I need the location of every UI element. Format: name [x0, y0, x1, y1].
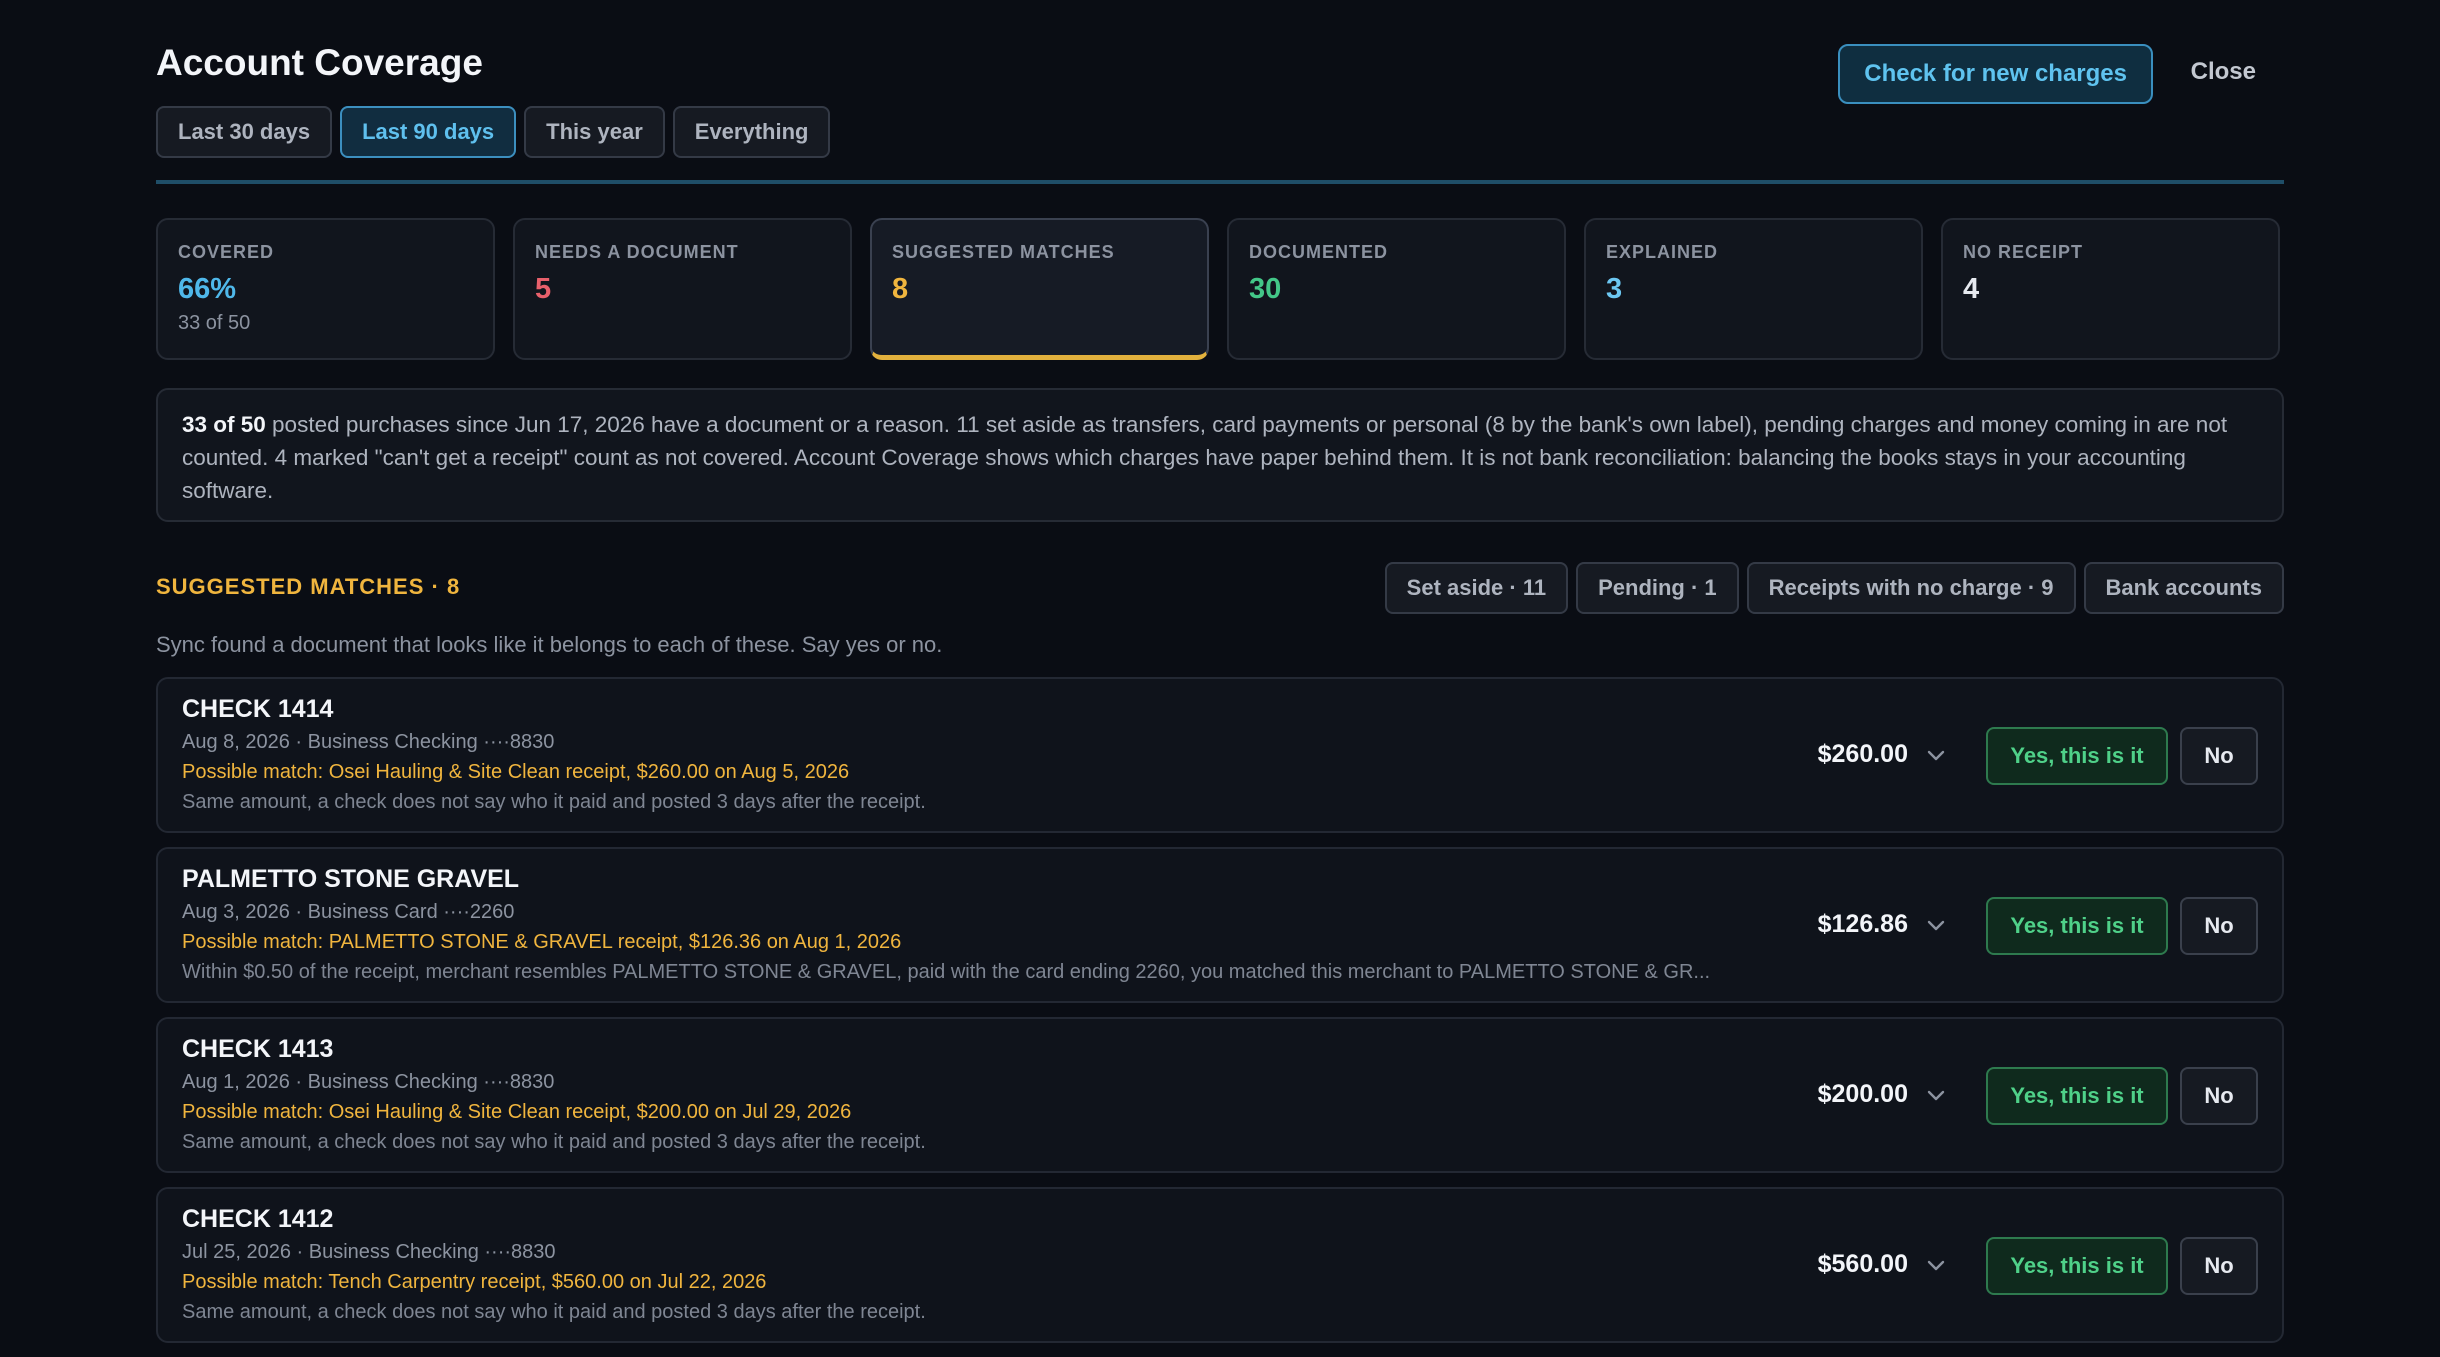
reject-match-button[interactable]: No [2180, 1237, 2258, 1295]
pending-button[interactable]: Pending · 1 [1576, 562, 1739, 614]
charge-name: CHECK 1412 [182, 1205, 334, 1233]
charge-amount: $560.00 [1817, 1250, 1908, 1278]
stat-card-covered[interactable]: COVERED 66% 33 of 50 [156, 218, 495, 360]
stat-label: COVERED [178, 242, 275, 262]
section-filter-buttons: Set aside · 11 Pending · 1 Receipts with… [1384, 562, 2284, 614]
charge-meta: Aug 1, 2026 · Business Checking ····8830 [182, 1071, 555, 1093]
charge-name: CHECK 1413 [182, 1035, 334, 1063]
confirm-match-button[interactable]: Yes, this is it [1986, 727, 2168, 785]
stat-value: 30 [1249, 273, 1282, 305]
stats-row: COVERED 66% 33 of 50 NEEDS A DOCUMENT 5 … [156, 218, 2280, 360]
charge-meta: Jul 25, 2026 · Business Checking ····883… [182, 1241, 556, 1263]
stat-label: NEEDS A DOCUMENT [535, 242, 739, 262]
charge-amount: $200.00 [1817, 1080, 1908, 1108]
check-new-charges-button[interactable]: Check for new charges [1838, 44, 2153, 104]
account-coverage-panel: Account Coverage Last 30 days Last 90 da… [156, 0, 2284, 1343]
stat-card-needs-document[interactable]: NEEDS A DOCUMENT 5 [513, 218, 852, 360]
coverage-notice: 33 of 50 posted purchases since Jun 17, … [156, 388, 2284, 522]
stat-value: 4 [1963, 273, 1980, 305]
stat-card-no-receipt[interactable]: NO RECEIPT 4 [1941, 218, 2280, 360]
set-aside-button[interactable]: Set aside · 11 [1384, 562, 1569, 614]
confirm-match-button[interactable]: Yes, this is it [1986, 1067, 2168, 1125]
chevron-down-icon[interactable] [1924, 913, 1948, 937]
stat-card-explained[interactable]: EXPLAINED 3 [1584, 218, 1923, 360]
stat-value: 66% [178, 273, 237, 305]
stat-label: SUGGESTED MATCHES [892, 242, 1115, 262]
tab-last-90-days[interactable]: Last 90 days [340, 106, 517, 158]
stat-value: 3 [1606, 273, 1623, 305]
stat-card-suggested-matches[interactable]: SUGGESTED MATCHES 8 [870, 218, 1209, 360]
chevron-down-icon[interactable] [1924, 1083, 1948, 1107]
section-title: SUGGESTED MATCHES · 8 [156, 574, 461, 599]
stat-value: 5 [535, 273, 552, 305]
close-button[interactable]: Close [2191, 44, 2256, 100]
bank-accounts-button[interactable]: Bank accounts [2083, 562, 2284, 614]
range-tabs: Last 30 days Last 90 days This year Ever… [156, 106, 831, 158]
charge-name: CHECK 1414 [182, 695, 334, 723]
match-list: CHECK 1414 Aug 8, 2026 · Business Checki… [156, 677, 2284, 1357]
match-reason: Same amount, a check does not say who it… [182, 791, 926, 813]
section-description: Sync found a document that looks like it… [156, 632, 943, 657]
charge-meta: Aug 8, 2026 · Business Checking ····8830 [182, 731, 555, 753]
charge-amount: $260.00 [1817, 740, 1908, 768]
tab-everything[interactable]: Everything [672, 106, 831, 158]
possible-match: Possible match: Osei Hauling & Site Clea… [182, 761, 850, 783]
stat-label: EXPLAINED [1606, 242, 1719, 262]
charge-amount: $126.86 [1817, 910, 1908, 938]
page-title: Account Coverage [156, 42, 483, 83]
tab-this-year[interactable]: This year [524, 106, 665, 158]
match-row: PALMETTO STONE GRAVEL Aug 3, 2026 · Busi… [156, 847, 2284, 1003]
match-reason: Within $0.50 of the receipt, merchant re… [182, 961, 1711, 983]
chevron-down-icon[interactable] [1924, 1253, 1948, 1277]
match-reason: Same amount, a check does not say who it… [182, 1131, 926, 1153]
reject-match-button[interactable]: No [2180, 897, 2258, 955]
match-row: CHECK 1414 Aug 8, 2026 · Business Checki… [156, 677, 2284, 833]
charge-meta: Aug 3, 2026 · Business Card ····2260 [182, 901, 515, 923]
receipts-no-charge-button[interactable]: Receipts with no charge · 9 [1746, 562, 2076, 614]
tab-last-30-days[interactable]: Last 30 days [156, 106, 333, 158]
notice-text: posted purchases since Jun 17, 2026 have… [182, 412, 2228, 503]
charge-name: PALMETTO STONE GRAVEL [182, 865, 520, 893]
header-divider [156, 180, 2284, 184]
stat-label: DOCUMENTED [1249, 242, 1388, 262]
stat-sub: 33 of 50 [178, 312, 251, 334]
chevron-down-icon[interactable] [1924, 743, 1948, 767]
possible-match: Possible match: Osei Hauling & Site Clea… [182, 1101, 852, 1123]
confirm-match-button[interactable]: Yes, this is it [1986, 1237, 2168, 1295]
notice-bold: 33 of 50 [182, 412, 266, 437]
match-row: CHECK 1413 Aug 1, 2026 · Business Checki… [156, 1017, 2284, 1173]
stat-value: 8 [892, 273, 909, 305]
reject-match-button[interactable]: No [2180, 727, 2258, 785]
possible-match: Possible match: Tench Carpentry receipt,… [182, 1271, 767, 1293]
possible-match: Possible match: PALMETTO STONE & GRAVEL … [182, 931, 902, 953]
match-reason: Same amount, a check does not say who it… [182, 1301, 926, 1323]
match-row: CHECK 1412 Jul 25, 2026 · Business Check… [156, 1187, 2284, 1343]
panel-header: Account Coverage Last 30 days Last 90 da… [156, 0, 2284, 185]
stat-label: NO RECEIPT [1963, 242, 2084, 262]
reject-match-button[interactable]: No [2180, 1067, 2258, 1125]
stat-card-documented[interactable]: DOCUMENTED 30 [1227, 218, 1566, 360]
confirm-match-button[interactable]: Yes, this is it [1986, 897, 2168, 955]
